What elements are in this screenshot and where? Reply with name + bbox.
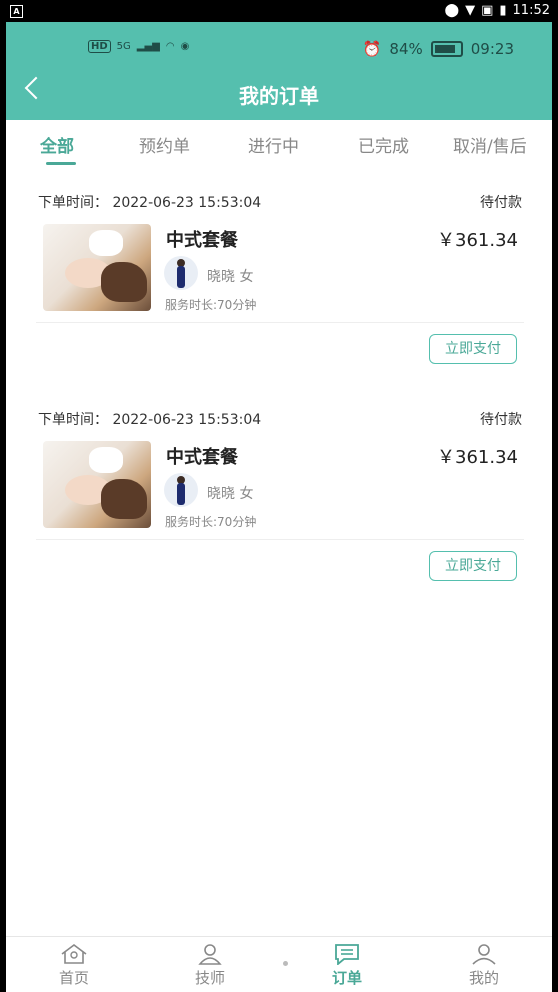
product-name: 中式套餐 xyxy=(166,447,238,468)
service-duration: 服务时长:70分钟 xyxy=(165,298,257,312)
order-icon xyxy=(335,944,359,965)
alarm-icon: ⏰ xyxy=(362,40,382,58)
home-icon xyxy=(61,944,87,964)
order-card[interactable]: 下单时间： 2022-06-23 15:53:04 待付款 中式套餐 ￥361.… xyxy=(6,409,552,589)
app-frame: HD 5G ▂▄▆ ◠ ◉ ⏰ 84% 09:23 我的订单 全部 预约单 进行… xyxy=(6,22,552,992)
order-tabs: 全部 预约单 进行中 已完成 取消/售后 xyxy=(6,120,552,172)
wifi-icon: ◠ xyxy=(165,41,175,52)
nav-technician-label: 技师 xyxy=(194,969,225,987)
tab-reservation[interactable]: 预约单 xyxy=(139,132,190,157)
avatar-detail xyxy=(177,266,185,288)
service-duration: 服务时长:70分钟 xyxy=(165,515,257,529)
product-name: 中式套餐 xyxy=(166,230,238,251)
tab-cancel-aftersale[interactable]: 取消/售后 xyxy=(453,132,527,157)
technician-avatar xyxy=(164,473,198,507)
inner-status-left: HD 5G ▂▄▆ ◠ ◉ xyxy=(88,40,189,53)
app-icon: ◉ xyxy=(180,41,190,52)
image-detail xyxy=(101,479,147,519)
network-label: 5G xyxy=(116,41,131,52)
inner-time: 09:23 xyxy=(470,40,514,58)
pay-now-button[interactable]: 立即支付 xyxy=(429,334,517,364)
battery-icon: ▮ xyxy=(499,3,507,18)
order-card[interactable]: 下单时间： 2022-06-23 15:53:04 待付款 中式套餐 ￥361.… xyxy=(6,192,552,372)
technician-info: 晓晓 女 xyxy=(207,269,254,285)
system-status-bar: A ⬤ ▼ ▣ ▮ 11:52 xyxy=(0,0,558,22)
technician-info: 晓晓 女 xyxy=(207,486,254,502)
avatar-detail xyxy=(177,483,185,505)
order-price: ￥361.34 xyxy=(437,230,518,251)
divider xyxy=(36,539,524,540)
nav-home-label: 首页 xyxy=(58,969,89,987)
page-title: 我的订单 xyxy=(239,84,319,108)
technician-avatar xyxy=(164,256,198,290)
bottom-nav: 首页 技师 订单 我的 xyxy=(6,936,552,992)
order-status: 待付款 xyxy=(480,195,522,211)
service-image xyxy=(43,441,151,528)
hd-badge: HD xyxy=(88,40,111,53)
order-time: 下单时间： 2022-06-23 15:53:04 xyxy=(38,195,262,211)
location-icon: ⬤ xyxy=(444,3,460,18)
nav-order-label: 订单 xyxy=(331,969,362,987)
service-image xyxy=(43,224,151,311)
image-detail xyxy=(101,262,147,302)
inner-status-bar: HD 5G ▂▄▆ ◠ ◉ ⏰ 84% 09:23 xyxy=(6,38,552,62)
inner-status-right: ⏰ 84% 09:23 xyxy=(363,40,514,58)
system-status-right: ⬤ ▼ ▣ ▮ 11:52 xyxy=(445,3,550,18)
nav-profile-label: 我的 xyxy=(468,969,499,987)
profile-icon xyxy=(472,944,496,965)
nav-dot xyxy=(283,961,288,966)
image-detail xyxy=(89,447,123,473)
notification-a-icon: A xyxy=(10,5,23,18)
image-detail xyxy=(89,230,123,256)
order-price: ￥361.34 xyxy=(437,447,518,468)
nav-order[interactable]: 订单 xyxy=(312,943,382,988)
nav-profile[interactable]: 我的 xyxy=(449,943,519,988)
order-status: 待付款 xyxy=(480,412,522,428)
wifi-icon: ▼ xyxy=(465,3,476,18)
system-time: 11:52 xyxy=(512,3,550,18)
no-sim-icon: ▣ xyxy=(481,3,494,18)
header: HD 5G ▂▄▆ ◠ ◉ ⏰ 84% 09:23 我的订单 xyxy=(6,22,552,120)
battery-percent: 84% xyxy=(389,40,423,58)
tab-completed[interactable]: 已完成 xyxy=(358,132,409,157)
order-time: 下单时间： 2022-06-23 15:53:04 xyxy=(38,412,262,428)
tab-in-progress[interactable]: 进行中 xyxy=(248,132,299,157)
technician-icon xyxy=(198,944,222,965)
signal-icon: ▂▄▆ xyxy=(136,41,160,52)
pay-now-button[interactable]: 立即支付 xyxy=(429,551,517,581)
tab-active-indicator xyxy=(46,162,76,165)
battery-icon xyxy=(430,41,463,57)
nav-technician[interactable]: 技师 xyxy=(175,943,245,988)
tab-all[interactable]: 全部 xyxy=(40,132,74,157)
nav-home[interactable]: 首页 xyxy=(39,943,109,988)
divider xyxy=(36,322,524,323)
